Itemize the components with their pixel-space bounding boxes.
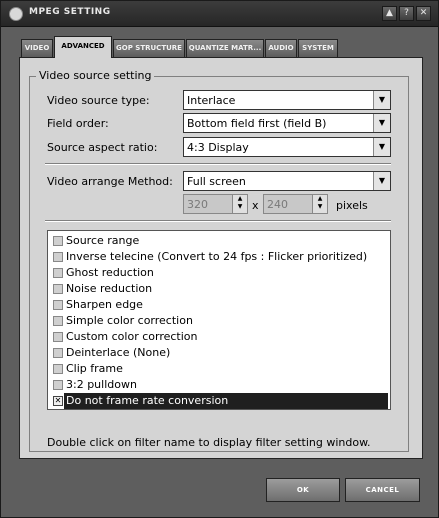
aspect-ratio-dropdown[interactable]: 4:3 Display ▼ bbox=[183, 137, 391, 157]
field-order-label: Field order: bbox=[47, 117, 109, 130]
checkbox[interactable] bbox=[53, 268, 63, 278]
list-item-selected[interactable]: ✕ Do not frame rate conversion bbox=[48, 393, 390, 409]
help-button[interactable]: ? bbox=[399, 6, 414, 21]
checkbox[interactable] bbox=[53, 252, 63, 262]
divider bbox=[45, 163, 391, 165]
list-item[interactable]: Ghost reduction bbox=[48, 265, 390, 281]
source-type-label: Video source type: bbox=[47, 94, 150, 107]
ok-button[interactable]: OK bbox=[266, 478, 340, 502]
list-item[interactable]: Deinterlace (None) bbox=[48, 345, 390, 361]
group-label: Video source setting bbox=[36, 69, 155, 82]
height-spinner[interactable]: 240 ▲ ▼ bbox=[263, 194, 328, 214]
tab-audio[interactable]: AUDIO bbox=[265, 39, 297, 57]
list-item[interactable]: Noise reduction bbox=[48, 281, 390, 297]
tab-video[interactable]: VIDEO bbox=[21, 39, 53, 57]
arrange-method-dropdown[interactable]: Full screen ▼ bbox=[183, 171, 391, 191]
mpeg-setting-window: MPEG SETTING ▲ ? ✕ VIDEO ADVANCED GOP ST… bbox=[0, 0, 439, 518]
checkbox[interactable] bbox=[53, 364, 63, 374]
list-item[interactable]: Custom color correction bbox=[48, 329, 390, 345]
source-type-value: Interlace bbox=[187, 94, 236, 107]
cancel-button[interactable]: CANCEL bbox=[345, 478, 420, 502]
field-order-value: Bottom field first (field B) bbox=[187, 117, 327, 130]
arrange-method-value: Full screen bbox=[187, 175, 246, 188]
checkbox[interactable] bbox=[53, 300, 63, 310]
checkbox[interactable] bbox=[53, 316, 63, 326]
list-item[interactable]: Inverse telecine (Convert to 24 fps : Fl… bbox=[48, 249, 390, 265]
pixels-label: pixels bbox=[336, 199, 368, 212]
spinner-arrows-icon[interactable]: ▲ ▼ bbox=[232, 195, 247, 213]
list-item[interactable]: Sharpen edge bbox=[48, 297, 390, 313]
hint-text: Double click on filter name to display f… bbox=[47, 436, 371, 449]
chevron-down-icon[interactable]: ▼ bbox=[373, 114, 390, 132]
list-item[interactable]: 3:2 pulldown bbox=[48, 377, 390, 393]
checkbox[interactable] bbox=[53, 332, 63, 342]
checkbox[interactable] bbox=[53, 284, 63, 294]
chevron-down-icon[interactable]: ▼ bbox=[373, 91, 390, 109]
checkbox[interactable] bbox=[53, 236, 63, 246]
spinner-arrows-icon[interactable]: ▲ ▼ bbox=[312, 195, 327, 213]
list-item[interactable]: Source range bbox=[48, 233, 390, 249]
close-button[interactable]: ✕ bbox=[416, 6, 431, 21]
chevron-down-icon[interactable]: ▼ bbox=[373, 138, 390, 156]
app-icon bbox=[9, 7, 23, 21]
tab-system[interactable]: SYSTEM bbox=[298, 39, 338, 57]
checkbox-checked[interactable]: ✕ bbox=[53, 396, 63, 406]
arrange-method-label: Video arrange Method: bbox=[47, 175, 173, 188]
field-order-dropdown[interactable]: Bottom field first (field B) ▼ bbox=[183, 113, 391, 133]
window-title: MPEG SETTING bbox=[29, 7, 111, 17]
height-value: 240 bbox=[267, 198, 288, 211]
width-value: 320 bbox=[187, 198, 208, 211]
checkbox[interactable] bbox=[53, 348, 63, 358]
minimize-button[interactable]: ▲ bbox=[382, 6, 397, 21]
filter-list[interactable]: Source range Inverse telecine (Convert t… bbox=[47, 230, 391, 410]
size-separator: x bbox=[252, 199, 259, 212]
tab-advanced[interactable]: ADVANCED bbox=[54, 36, 112, 58]
chevron-down-icon[interactable]: ▼ bbox=[373, 172, 390, 190]
divider bbox=[45, 220, 391, 222]
list-item[interactable]: Simple color correction bbox=[48, 313, 390, 329]
checkbox[interactable] bbox=[53, 380, 63, 390]
tab-gop-structure[interactable]: GOP STRUCTURE bbox=[113, 39, 185, 57]
width-spinner[interactable]: 320 ▲ ▼ bbox=[183, 194, 248, 214]
aspect-ratio-label: Source aspect ratio: bbox=[47, 141, 158, 154]
source-type-dropdown[interactable]: Interlace ▼ bbox=[183, 90, 391, 110]
list-item[interactable]: Clip frame bbox=[48, 361, 390, 377]
tab-quantize-matrix[interactable]: QUANTIZE MATR... bbox=[186, 39, 264, 57]
aspect-ratio-value: 4:3 Display bbox=[187, 141, 249, 154]
title-bar[interactable]: MPEG SETTING ▲ ? ✕ bbox=[1, 1, 438, 27]
